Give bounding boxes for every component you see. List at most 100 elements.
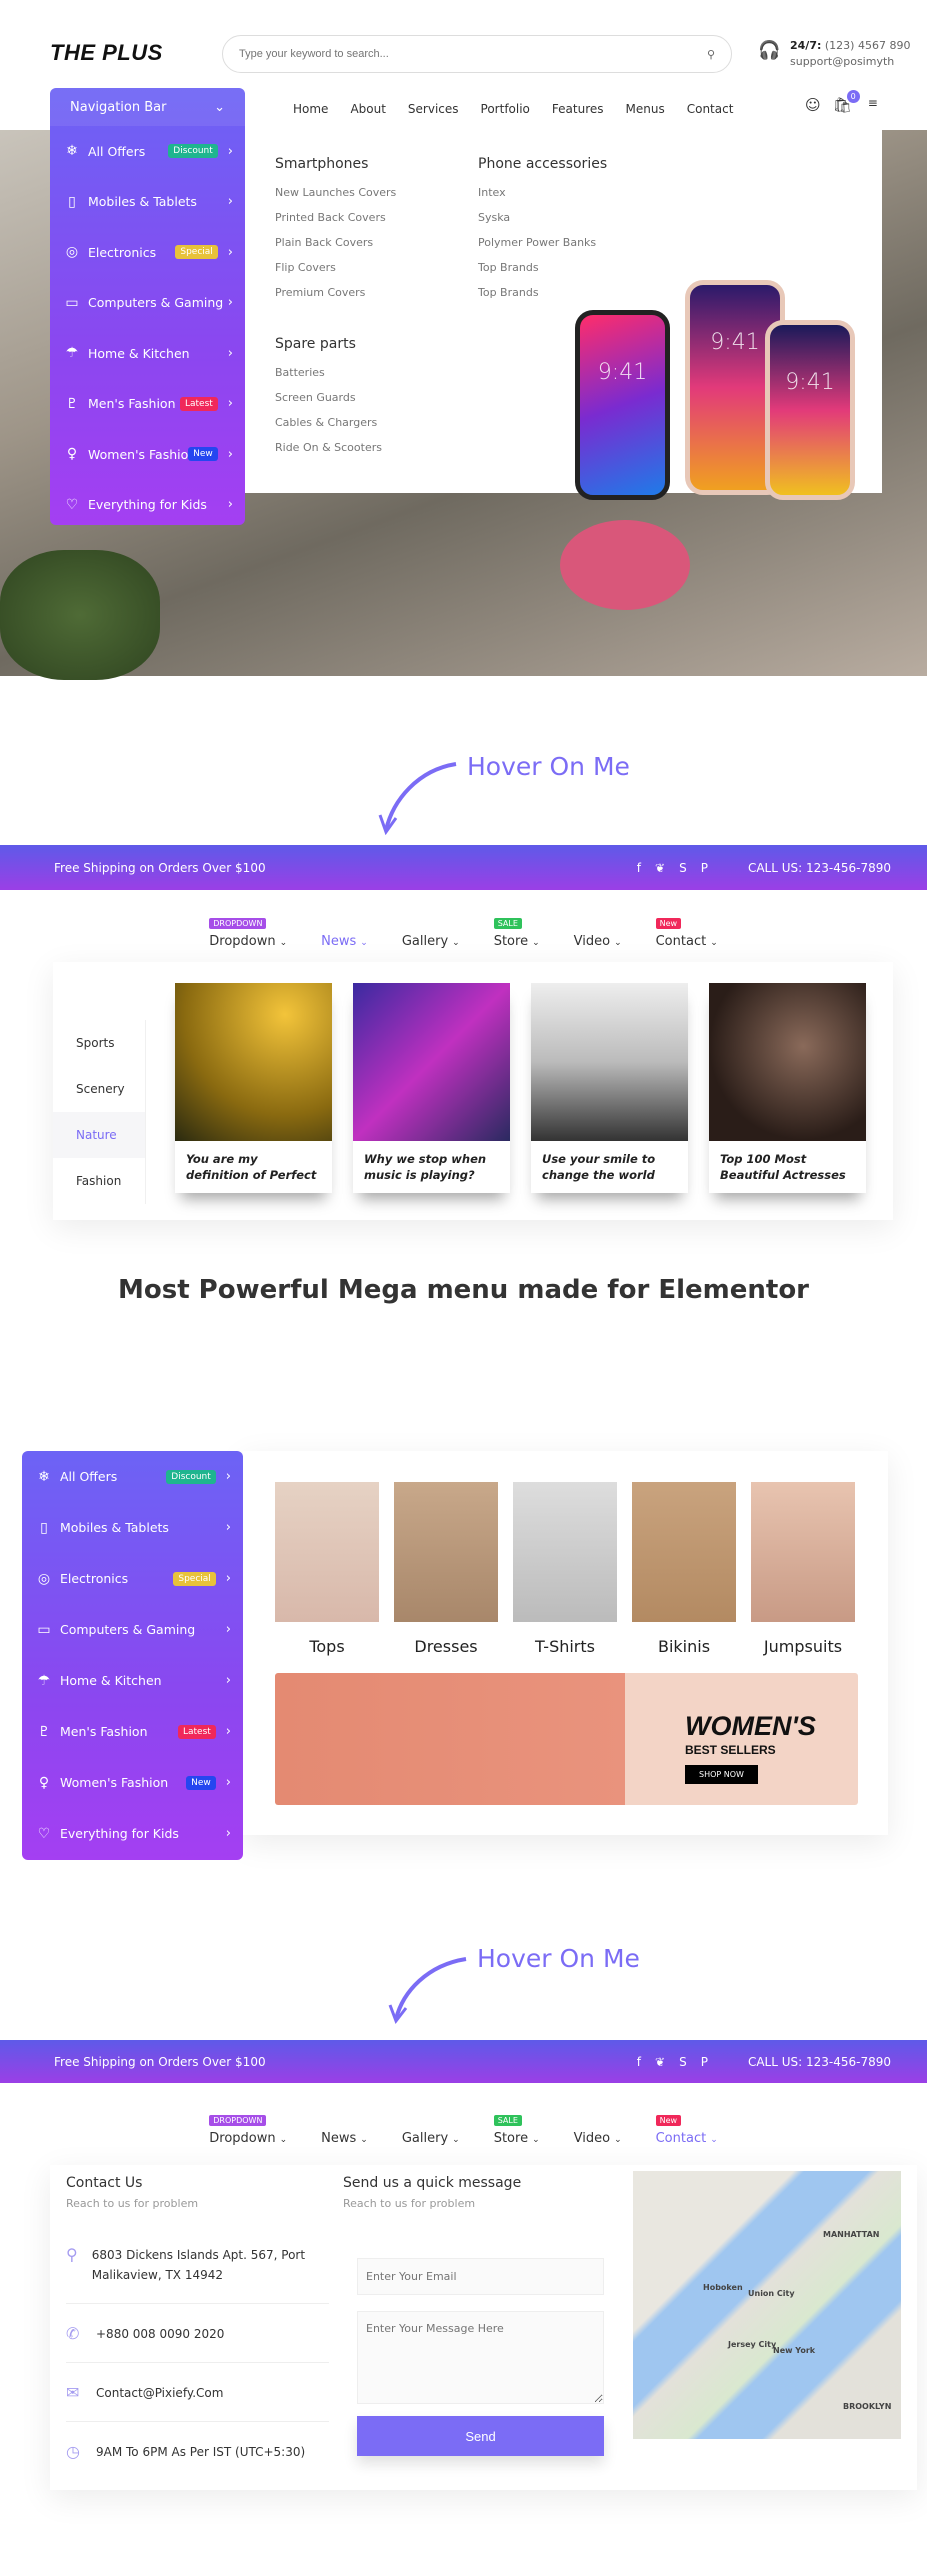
product-name[interactable]: T-Shirts [513,1637,617,1656]
tab-nature[interactable]: Nature [53,1112,145,1158]
mega-link[interactable]: Polymer Power Banks [478,236,607,249]
nav-item-dropdown[interactable]: DROPDOWN Dropdown ⌄ [209,2115,287,2146]
category-item[interactable]: ▯ Mobiles & Tablets › [50,177,245,228]
nav-item-menus[interactable]: Menus [626,102,665,116]
pinterest-icon[interactable]: P [701,861,708,875]
twitter-icon[interactable]: ❦ [655,2055,665,2069]
tab-fashion[interactable]: Fashion [53,1158,145,1204]
category-item[interactable]: ♡ Everything for Kids › [22,1808,243,1859]
message-field[interactable] [357,2311,604,2404]
email-link[interactable]: Contact@Pixiefy.Com [96,2383,223,2403]
category-item[interactable]: ▭ Computers & Gaming › [22,1604,243,1655]
mega-link[interactable]: Syska [478,211,607,224]
map[interactable]: MANHATTAN New York Jersey City Hoboken Union… [633,2171,901,2439]
skype-icon[interactable]: S [679,2055,687,2069]
mega-link[interactable]: Intex [478,186,607,199]
news-card[interactable]: You are my definition of Perfect [175,983,332,1193]
product-image[interactable] [394,1482,498,1622]
product-name[interactable]: Jumpsuits [751,1637,855,1656]
category-label: Computers & Gaming [88,295,224,311]
facebook-icon[interactable]: f [637,2055,641,2069]
nav-item-portfolio[interactable]: Portfolio [481,102,530,116]
mega-link[interactable]: Printed Back Covers [275,211,396,224]
nav-item-about[interactable]: About [350,102,385,116]
email-field[interactable] [357,2258,604,2295]
womens-best-sellers-banner[interactable]: WOMEN'S BEST SELLERS SHOP NOW [275,1673,858,1805]
nav-item-contact[interactable]: New Contact ⌄ [655,2115,718,2146]
category-item[interactable]: ❄ All Offers Discount › [22,1451,243,1502]
nav-item-dropdown[interactable]: DROPDOWN Dropdown ⌄ [209,918,287,949]
nav-item-store[interactable]: SALE Store ⌄ [493,2115,540,2146]
category-item[interactable]: ♇ Men's Fashion Latest › [22,1706,243,1757]
tab-sports[interactable]: Sports [53,1020,145,1066]
news-card[interactable]: Why we stop when music is playing? [353,983,510,1193]
search-box[interactable]: ⚲ [222,35,732,73]
category-item[interactable]: ☂ Home & Kitchen › [22,1655,243,1706]
user-icon[interactable]: ☺ [805,96,821,114]
send-button[interactable]: Send [357,2416,604,2456]
mega-link[interactable]: Plain Back Covers [275,236,396,249]
shipping-notice: Free Shipping on Orders Over $100 [54,860,266,875]
tab-scenery[interactable]: Scenery [53,1066,145,1112]
mega-link[interactable]: Premium Covers [275,286,396,299]
category-item[interactable]: ▭ Computers & Gaming › [50,278,245,329]
main-nav: Home About Services Portfolio Features Menus C… [245,92,885,126]
shop-now-button[interactable]: SHOP NOW [685,1765,758,1784]
nav-item-features[interactable]: Features [552,102,604,116]
logo[interactable]: THE PLUS [50,40,163,66]
category-item[interactable]: ♇ Men's Fashion Latest › [50,379,245,430]
mega-link[interactable]: Ride On & Scooters [275,441,382,454]
menu-icon[interactable]: ≡ [868,96,878,114]
facebook-icon[interactable]: f [637,861,641,875]
product-image[interactable] [751,1482,855,1622]
product-name[interactable]: Dresses [394,1637,498,1656]
mega-link[interactable]: New Launches Covers [275,186,396,199]
product-name[interactable]: Bikinis [632,1637,736,1656]
chevron-right-icon: › [225,1775,231,1790]
cart-icon[interactable]: 🛍 0 [833,90,860,114]
category-item[interactable]: ♀ Women's Fashion New › [50,429,245,480]
skype-icon[interactable]: S [679,861,687,875]
mega-link[interactable]: Cables & Chargers [275,416,382,429]
nav-item-services[interactable]: Services [408,102,459,116]
mega-link[interactable]: Screen Guards [275,391,382,404]
search-icon[interactable]: ⚲ [707,48,715,61]
category-item[interactable]: ❄ All Offers Discount › [50,126,245,177]
mega-link[interactable]: Top Brands [478,261,607,274]
nav-item-contact[interactable]: New Contact ⌄ [655,918,718,949]
category-item[interactable]: ♡ Everything for Kids › [50,480,245,531]
nav-item-gallery[interactable]: Gallery ⌄ [402,918,460,949]
category-item[interactable]: ▯ Mobiles & Tablets › [22,1502,243,1553]
category-label: Women's Fashion [88,446,189,462]
news-card[interactable]: Top 100 Most Beautiful Actresses [709,983,866,1193]
jacket-icon: ♇ [37,1723,51,1740]
news-card[interactable]: Use your smile to change the world [531,983,688,1193]
category-item[interactable]: ☂ Home & Kitchen › [50,328,245,379]
product-image[interactable] [632,1482,736,1622]
nav-item-contact[interactable]: Contact [687,102,734,116]
category-item[interactable]: ◎ Electronics Special › [50,227,245,278]
search-input[interactable] [239,48,639,60]
nav-item-gallery[interactable]: Gallery ⌄ [402,2115,460,2146]
category-item[interactable]: ◎ Electronics Special › [22,1553,243,1604]
nav-item-video[interactable]: Video ⌄ [574,918,622,949]
product-image[interactable] [275,1482,379,1622]
twitter-icon[interactable]: ❦ [655,861,665,875]
mega-link[interactable]: Flip Covers [275,261,396,274]
nav-item-news[interactable]: News ⌄ [321,918,368,949]
mega-column-spare-parts: Spare parts Batteries Screen Guards Cables … [275,336,382,466]
product-image[interactable] [513,1482,617,1622]
nav-item-home[interactable]: Home [293,102,328,116]
category-item[interactable]: ♀ Women's Fashion New › [22,1757,243,1808]
nav-item-store[interactable]: SALE Store ⌄ [493,918,540,949]
chevron-right-icon: › [227,497,233,513]
navigation-bar-toggle[interactable]: Navigation Bar ⌄ [50,88,245,126]
pinterest-icon[interactable]: P [701,2055,708,2069]
mega-link[interactable]: Batteries [275,366,382,379]
call-us: CALL US: 123-456-7890 [747,2054,891,2069]
mega-column-smartphones: Smartphones New Launches Covers Printed Ba… [275,156,396,311]
nav-item-news[interactable]: News ⌄ [321,2115,368,2146]
product-name[interactable]: Tops [275,1637,379,1656]
nav-item-video[interactable]: Video ⌄ [574,2115,622,2146]
news-card-caption: You are my definition of Perfect [186,1152,317,1182]
